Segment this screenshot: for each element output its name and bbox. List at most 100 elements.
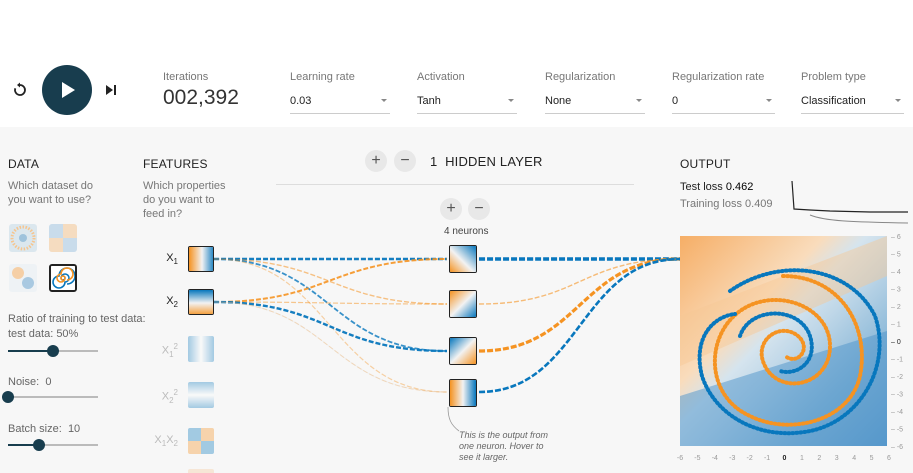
regularization-label: Regularization [545,71,616,83]
y-tick-label: – 6 [891,234,901,241]
add-layer-button[interactable]: + [365,150,387,172]
add-neuron-button[interactable]: + [440,198,462,220]
chevron-down-icon [895,99,901,102]
output-x-axis: -6 -5 -4 -3 -2 -1 0 1 2 3 4 5 6 [677,455,891,462]
learning-rate-select[interactable]: 0.03 [290,90,390,114]
y-tick-label: – 1 [891,322,901,329]
x-tick-label: -5 [694,455,700,462]
feature-x1-squared[interactable] [188,336,214,362]
output-heading: OUTPUT [680,157,731,171]
feature-x1x2-heatmap [188,428,214,454]
x-tick-label: 3 [835,455,839,462]
iterations-counter: 002,392 [163,86,239,109]
neuron-2[interactable] [449,290,477,318]
play-icon [62,82,75,98]
regularization-rate-label: Regularization rate [672,71,765,83]
regularization-rate-select[interactable]: 0 [672,90,775,114]
y-tick-label: – -6 [891,444,903,450]
iterations-label: Iterations [163,71,209,83]
feature-x1x2[interactable] [188,428,214,454]
activation-label: Activation [417,71,465,83]
step-button[interactable] [100,78,122,102]
y-tick-label: – 4 [891,269,901,276]
y-tick-label: – 5 [891,252,901,259]
training-loss-value: 0.409 [745,198,773,210]
y-tick-label: – 3 [891,287,901,294]
y-tick-label: – -1 [891,357,903,364]
feature-x2-heatmap [189,290,213,314]
activation-value: Tanh [417,95,441,107]
test-loss-value: 0.462 [725,181,754,193]
problem-type-select[interactable]: Classification [801,90,904,114]
feature-sin-x1[interactable] [188,469,214,473]
x-tick-label: -2 [747,455,753,462]
minus-icon: − [474,200,484,217]
feature-x1-squared-heatmap [188,336,214,362]
neuron-3-heatmap [450,338,476,364]
y-tick-label: – -5 [891,427,903,434]
learning-rate-label: Learning rate [290,71,355,83]
feature-label-x1-squared: X12 [161,342,178,359]
x-tick-label: 1 [800,455,804,462]
x-tick-label: 4 [852,455,856,462]
chevron-down-icon [381,99,387,102]
step-forward-icon [106,85,116,95]
neuron-3[interactable] [449,337,477,365]
output-heatmap [680,236,887,446]
x-tick-label: 2 [817,455,821,462]
chevron-down-icon [766,99,772,102]
feature-sin-heatmap [188,469,214,473]
hidden-layer-heading: 1 HIDDEN LAYER [430,154,543,169]
training-loss: Training loss 0.409 [680,198,773,210]
feature-label-x1: X1 [166,252,178,267]
chevron-down-icon [636,99,642,102]
reset-icon [14,82,26,96]
feature-label-x2: X2 [166,295,178,310]
y-tick-label: – 0 [891,339,901,346]
neuron-1-heatmap [450,246,476,272]
plus-icon: + [371,152,381,169]
layer-title: HIDDEN LAYER [445,154,543,169]
regularization-select[interactable]: None [545,90,645,114]
problem-type-label: Problem type [801,71,866,83]
regularization-value: None [545,95,572,107]
remove-neuron-button[interactable]: − [468,198,490,220]
feature-x2-squared[interactable] [188,382,214,408]
x-tick-label: -6 [677,455,683,462]
plus-icon: + [446,200,456,217]
x-tick-label: 0 [783,455,787,462]
neuron-note: This is the output from one neuron. Hove… [459,430,549,462]
feature-x2[interactable] [188,289,214,315]
x-tick-label: 5 [870,455,874,462]
play-button[interactable] [42,65,92,115]
top-controls-bar: Iterations 002,392 Learning rate 0.03 Ac… [0,0,913,127]
neurons-count-label: 4 neurons [444,226,489,237]
minus-icon: − [400,152,410,169]
workspace: DATA Which dataset do you want to use? R… [0,127,913,473]
y-tick-label: – -4 [891,409,903,416]
loss-chart [791,180,909,224]
learning-rate-value: 0.03 [290,95,312,107]
test-loss: Test loss 0.462 [680,181,753,193]
x-tick-label: -3 [729,455,735,462]
reset-button[interactable] [8,78,32,102]
x-tick-label: -4 [712,455,718,462]
feature-label-x1x2: X1X2 [154,434,178,449]
x-tick-label: 6 [887,455,891,462]
decision-boundary-plot [680,236,887,446]
feature-x1[interactable] [188,246,214,272]
remove-layer-button[interactable]: − [394,150,416,172]
y-tick-label: – 2 [891,304,901,311]
neuron-1[interactable] [449,245,477,273]
feature-x1-heatmap [189,247,213,271]
chevron-down-icon [508,99,514,102]
y-tick-label: – -2 [891,374,903,381]
feature-label-x2-squared: X22 [161,388,178,405]
output-y-axis: – 6 – 5 – 4 – 3 – 2 – 1 – 0 – -1 – -2 – -3 – -4 – -… [891,234,903,450]
activation-select[interactable]: Tanh [417,90,517,114]
neuron-2-heatmap [450,291,476,317]
layer-count: 1 [430,154,438,169]
neuron-4[interactable] [449,379,477,407]
x-tick-label: -1 [764,455,770,462]
neuron-4-heatmap [450,380,476,406]
